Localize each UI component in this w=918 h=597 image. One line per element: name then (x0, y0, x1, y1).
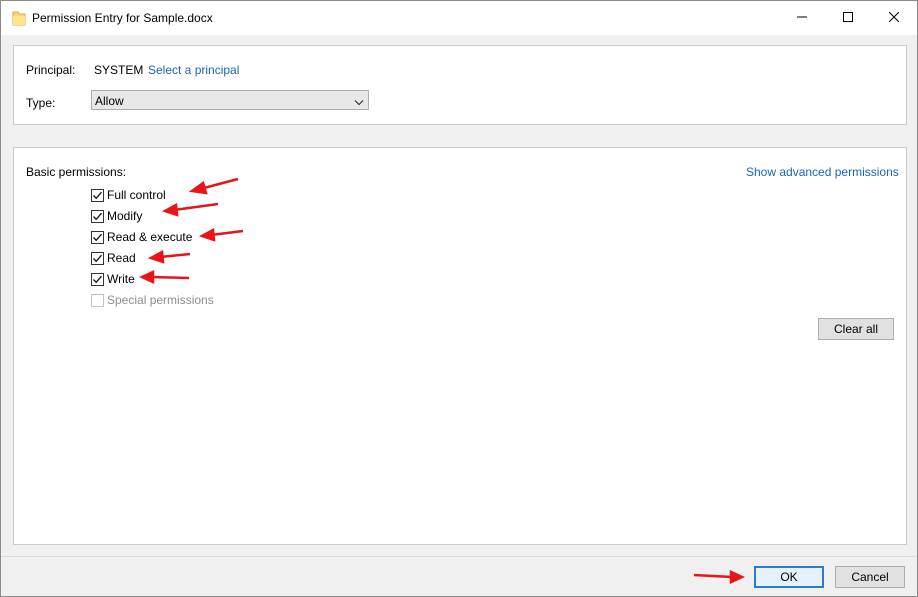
minimize-button[interactable] (779, 1, 825, 35)
checkbox-checked[interactable] (91, 230, 104, 244)
permission-label: Full control (107, 188, 166, 202)
maximize-button[interactable] (825, 1, 871, 35)
minimize-icon (797, 11, 807, 25)
permission-label: Write (107, 272, 135, 286)
permission-read-execute[interactable]: Read & execute (91, 229, 192, 245)
principal-value: SYSTEM (94, 63, 144, 77)
checkbox-checked[interactable] (91, 272, 104, 286)
checkbox-checked[interactable] (91, 251, 104, 265)
permission-label: Special permissions (107, 293, 214, 307)
principal-group: Principal: SYSTEM Select a principal Typ… (13, 45, 907, 125)
permission-entry-dialog: Permission Entry for Sample.docx Princip… (0, 0, 918, 597)
chevron-down-icon (354, 96, 364, 110)
cancel-button[interactable]: Cancel (835, 566, 905, 588)
close-button[interactable] (871, 1, 917, 35)
checkbox-disabled (91, 293, 104, 307)
permission-full-control[interactable]: Full control (91, 187, 166, 203)
folder-icon (12, 10, 26, 26)
type-dropdown[interactable]: Allow (91, 90, 369, 110)
type-label: Type: (26, 96, 56, 110)
permission-special: Special permissions (91, 292, 214, 308)
ok-button[interactable]: OK (754, 566, 824, 588)
principal-label: Principal: (26, 63, 76, 77)
permission-modify[interactable]: Modify (91, 208, 142, 224)
basic-permissions-heading: Basic permissions: (26, 165, 127, 179)
type-dropdown-value: Allow (95, 94, 124, 108)
maximize-icon (843, 11, 853, 25)
close-icon (888, 11, 900, 25)
permission-label: Read (107, 251, 136, 265)
footer-divider (1, 556, 917, 557)
permission-label: Read & execute (107, 230, 193, 244)
clear-all-button[interactable]: Clear all (818, 318, 894, 340)
permission-label: Modify (107, 209, 143, 223)
select-principal-link[interactable]: Select a principal (148, 63, 239, 77)
show-advanced-permissions-link[interactable]: Show advanced permissions (746, 165, 899, 179)
checkbox-checked[interactable] (91, 188, 104, 202)
permission-write[interactable]: Write (91, 271, 135, 287)
title-bar: Permission Entry for Sample.docx (1, 1, 917, 35)
permission-read[interactable]: Read (91, 250, 136, 266)
basic-permissions-group: Basic permissions: Show advanced permiss… (13, 147, 907, 545)
checkbox-checked[interactable] (91, 209, 104, 223)
window-title: Permission Entry for Sample.docx (32, 11, 213, 25)
